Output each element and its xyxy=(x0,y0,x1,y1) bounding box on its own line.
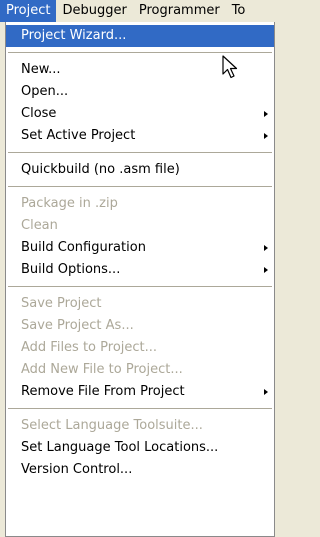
menu-separator xyxy=(8,286,272,287)
menu-separator xyxy=(8,152,272,153)
menu-item-add-new-file-to-project: Add New File to Project... xyxy=(21,362,183,377)
menu-item-save-project: Save Project xyxy=(21,296,102,311)
menu-item-close[interactable]: Close xyxy=(6,103,274,125)
menu-item-build-configuration-label: Build Configuration xyxy=(21,240,146,255)
menu-item-project-wizard[interactable]: Project Wizard... xyxy=(6,25,274,47)
menu-item-remove-file-from-project-label: Remove File From Project xyxy=(21,384,185,399)
menu-item-select-language-toolsuite: Select Language Toolsuite... xyxy=(21,418,203,433)
menubar-project[interactable]: Project xyxy=(0,0,57,22)
menu-item-close-label: Close xyxy=(21,106,57,121)
submenu-arrow-icon xyxy=(264,111,268,117)
menu-item-build-configuration[interactable]: Build Configuration xyxy=(6,237,274,259)
menu-item-version-control[interactable]: Version Control... xyxy=(6,459,274,481)
menu-item-new[interactable]: New... xyxy=(6,59,274,81)
menubar-programmer[interactable]: Programmer xyxy=(133,0,226,22)
submenu-arrow-icon xyxy=(264,267,268,273)
menu-item-set-language-tool-locations[interactable]: Set Language Tool Locations... xyxy=(6,437,274,459)
submenu-arrow-icon xyxy=(264,389,268,395)
menu-item-set-active-project[interactable]: Set Active Project xyxy=(6,125,274,147)
menubar-debugger[interactable]: Debugger xyxy=(56,0,132,22)
menubar-tools-partial[interactable]: To xyxy=(226,0,252,22)
menu-item-remove-file-from-project[interactable]: Remove File From Project xyxy=(6,381,274,403)
menu-item-build-options-label: Build Options... xyxy=(21,262,121,277)
menu-item-package-in-zip: Package in .zip xyxy=(21,196,118,211)
menu-item-clean: Clean xyxy=(21,218,58,233)
menu-item-add-files-to-project: Add Files to Project... xyxy=(21,340,158,355)
menu-item-save-project-as: Save Project As... xyxy=(21,318,134,333)
menu-item-set-active-project-label: Set Active Project xyxy=(21,128,136,143)
menu-bar: Project Debugger Programmer To xyxy=(0,0,281,22)
menu-item-open[interactable]: Open... xyxy=(6,81,274,103)
submenu-arrow-icon xyxy=(264,245,268,251)
menu-separator xyxy=(8,186,272,187)
menu-separator xyxy=(8,52,272,53)
submenu-arrow-icon xyxy=(264,133,268,139)
project-menu-dropdown: Project Wizard... New... Open... Close S… xyxy=(5,22,275,537)
menu-separator xyxy=(8,408,272,409)
menu-item-quickbuild[interactable]: Quickbuild (no .asm file) xyxy=(6,159,274,181)
menu-item-build-options[interactable]: Build Options... xyxy=(6,259,274,281)
